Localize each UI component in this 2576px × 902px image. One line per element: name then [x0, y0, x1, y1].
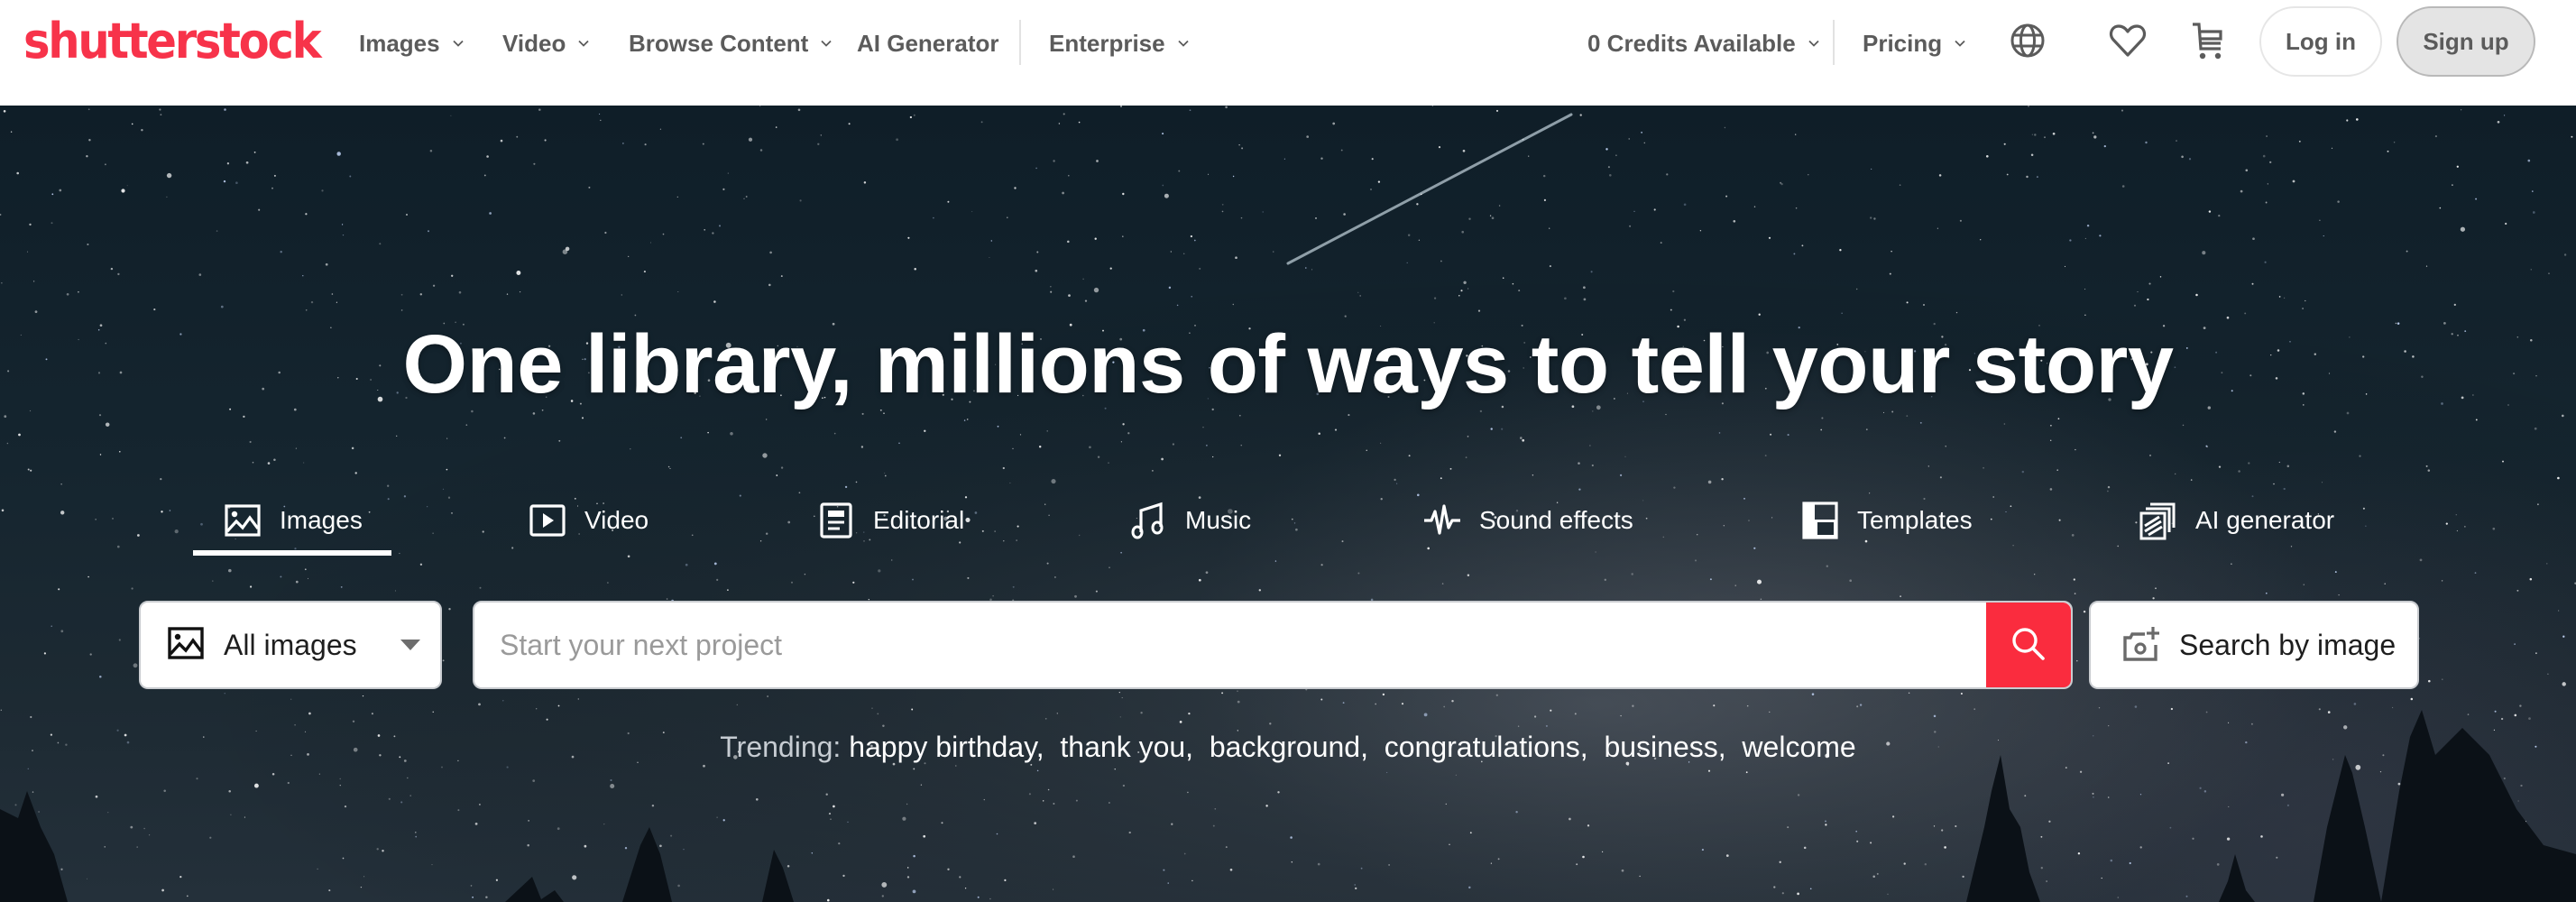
trending-term[interactable]: thank you, [1060, 731, 1193, 763]
tab-editorial[interactable]: Editorial [817, 499, 964, 542]
media-type-dropdown[interactable]: All images [139, 601, 442, 689]
nav-divider [1019, 20, 1021, 65]
heart-icon [2109, 23, 2147, 62]
language-button[interactable] [2005, 20, 2050, 65]
nav-images-label: Images [359, 30, 440, 57]
editorial-icon [817, 502, 855, 539]
trending-term[interactable]: happy birthday, [849, 731, 1044, 763]
hero-headline: One library, millions of ways to tell yo… [402, 318, 2174, 410]
search-input[interactable] [474, 603, 1990, 687]
music-note-icon [1129, 502, 1167, 539]
tab-ai-generator-label: AI generator [2195, 506, 2335, 534]
tab-music-label: Music [1185, 506, 1252, 534]
top-navigation-bar: shutterstock Images Video Browse Content… [0, 0, 2576, 106]
tab-templates-label: Templates [1857, 506, 1973, 534]
nav-video[interactable]: Video [502, 25, 589, 61]
credits-dropdown[interactable]: 0 Credits Available [1587, 25, 1819, 61]
shutterstock-logo[interactable]: shutterstock [23, 13, 322, 70]
search-icon [2010, 626, 2047, 667]
tab-video[interactable]: Video [529, 499, 649, 542]
sign-up-button[interactable]: Sign up [2397, 6, 2535, 77]
tab-images[interactable]: Images [224, 499, 363, 542]
tab-images-label: Images [280, 506, 363, 534]
cart-button[interactable] [2185, 20, 2231, 65]
tab-video-label: Video [584, 506, 649, 534]
chevron-down-icon [821, 38, 832, 49]
tab-sound-effects-label: Sound effects [1479, 506, 1633, 534]
caret-down-icon [400, 640, 420, 650]
log-in-button[interactable]: Log in [2259, 6, 2382, 77]
nav-divider [1833, 20, 1835, 65]
tab-editorial-label: Editorial [873, 506, 965, 534]
tab-sound-effects[interactable]: Sound effects [1423, 499, 1633, 542]
favorites-button[interactable] [2105, 20, 2150, 65]
nav-images[interactable]: Images [359, 25, 464, 61]
nav-ai-generator-label: AI Generator [857, 30, 999, 57]
trending-term[interactable]: business, [1604, 731, 1725, 763]
nav-video-label: Video [502, 30, 566, 57]
chevron-down-icon [1955, 38, 1965, 49]
active-tab-indicator [193, 550, 391, 556]
chevron-down-icon [578, 38, 589, 49]
globe-icon [2010, 23, 2046, 63]
search-button[interactable] [1986, 603, 2071, 687]
chevron-down-icon [1808, 38, 1819, 49]
trending-label: Trending: [720, 731, 842, 763]
search-by-image-label: Search by image [2179, 628, 2397, 661]
nav-enterprise-label: Enterprise [1049, 30, 1165, 57]
nav-enterprise[interactable]: Enterprise [1049, 25, 1189, 61]
video-play-icon [529, 502, 566, 539]
waveform-icon [1423, 502, 1461, 539]
pricing-label: Pricing [1863, 30, 1943, 57]
credits-label: 0 Credits Available [1587, 30, 1796, 57]
image-icon [168, 626, 204, 664]
trending-term[interactable]: background, [1210, 731, 1368, 763]
chevron-down-icon [1177, 38, 1189, 49]
nav-ai-generator[interactable]: AI Generator [857, 25, 999, 61]
search-by-image-button[interactable]: Search by image [2089, 601, 2419, 689]
trending-term[interactable]: welcome [1742, 731, 1855, 763]
camera-plus-icon [2123, 625, 2161, 666]
trending-searches: Trending: happy birthday, thank you, bac… [0, 726, 2576, 768]
image-icon [224, 502, 262, 539]
pricing-dropdown[interactable]: Pricing [1863, 25, 1965, 61]
cart-icon [2192, 22, 2224, 64]
trending-term[interactable]: congratulations, [1385, 731, 1588, 763]
tab-templates[interactable]: Templates [1801, 499, 1973, 542]
hero-section: One library, millions of ways to tell yo… [0, 106, 2576, 902]
tab-music[interactable]: Music [1129, 499, 1251, 542]
search-bar [473, 601, 2073, 689]
media-type-selected: All images [224, 628, 357, 661]
chevron-down-icon [452, 38, 464, 49]
nav-browse-content[interactable]: Browse Content [629, 25, 832, 61]
templates-icon [1801, 502, 1839, 539]
ai-generator-icon [2139, 502, 2177, 540]
nav-browse-content-label: Browse Content [629, 30, 809, 57]
tab-ai-generator[interactable]: AI generator [2139, 499, 2334, 542]
